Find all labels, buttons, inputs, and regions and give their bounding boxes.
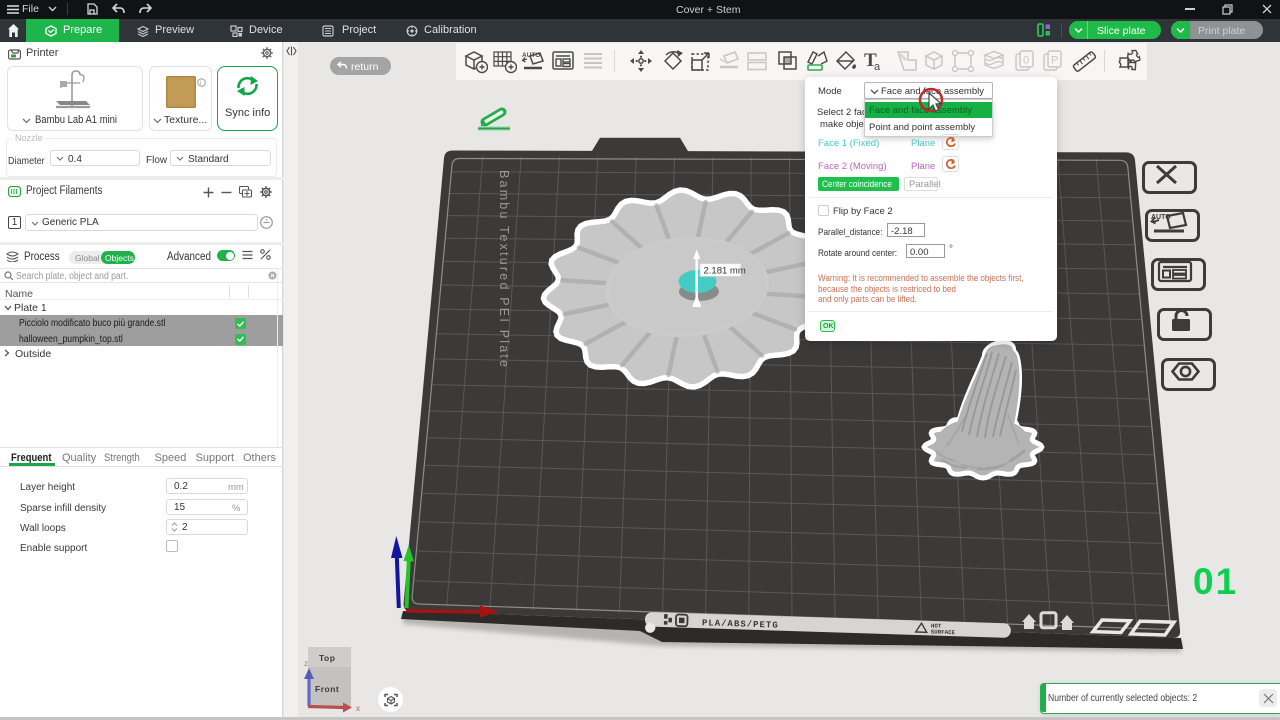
- svg-text:x: x: [356, 704, 360, 713]
- svg-text:2.181 mm: 2.181 mm: [704, 266, 746, 277]
- svg-text:z: z: [304, 659, 308, 668]
- svg-text:P: P: [1051, 55, 1058, 67]
- svg-text:i: i: [200, 81, 201, 87]
- svg-text:0: 0: [1023, 55, 1029, 67]
- svg-text:SURFACE: SURFACE: [931, 628, 956, 636]
- svg-text:Bambu Textured PEI Plate: Bambu Textured PEI Plate: [497, 170, 511, 369]
- svg-text:a: a: [874, 61, 881, 73]
